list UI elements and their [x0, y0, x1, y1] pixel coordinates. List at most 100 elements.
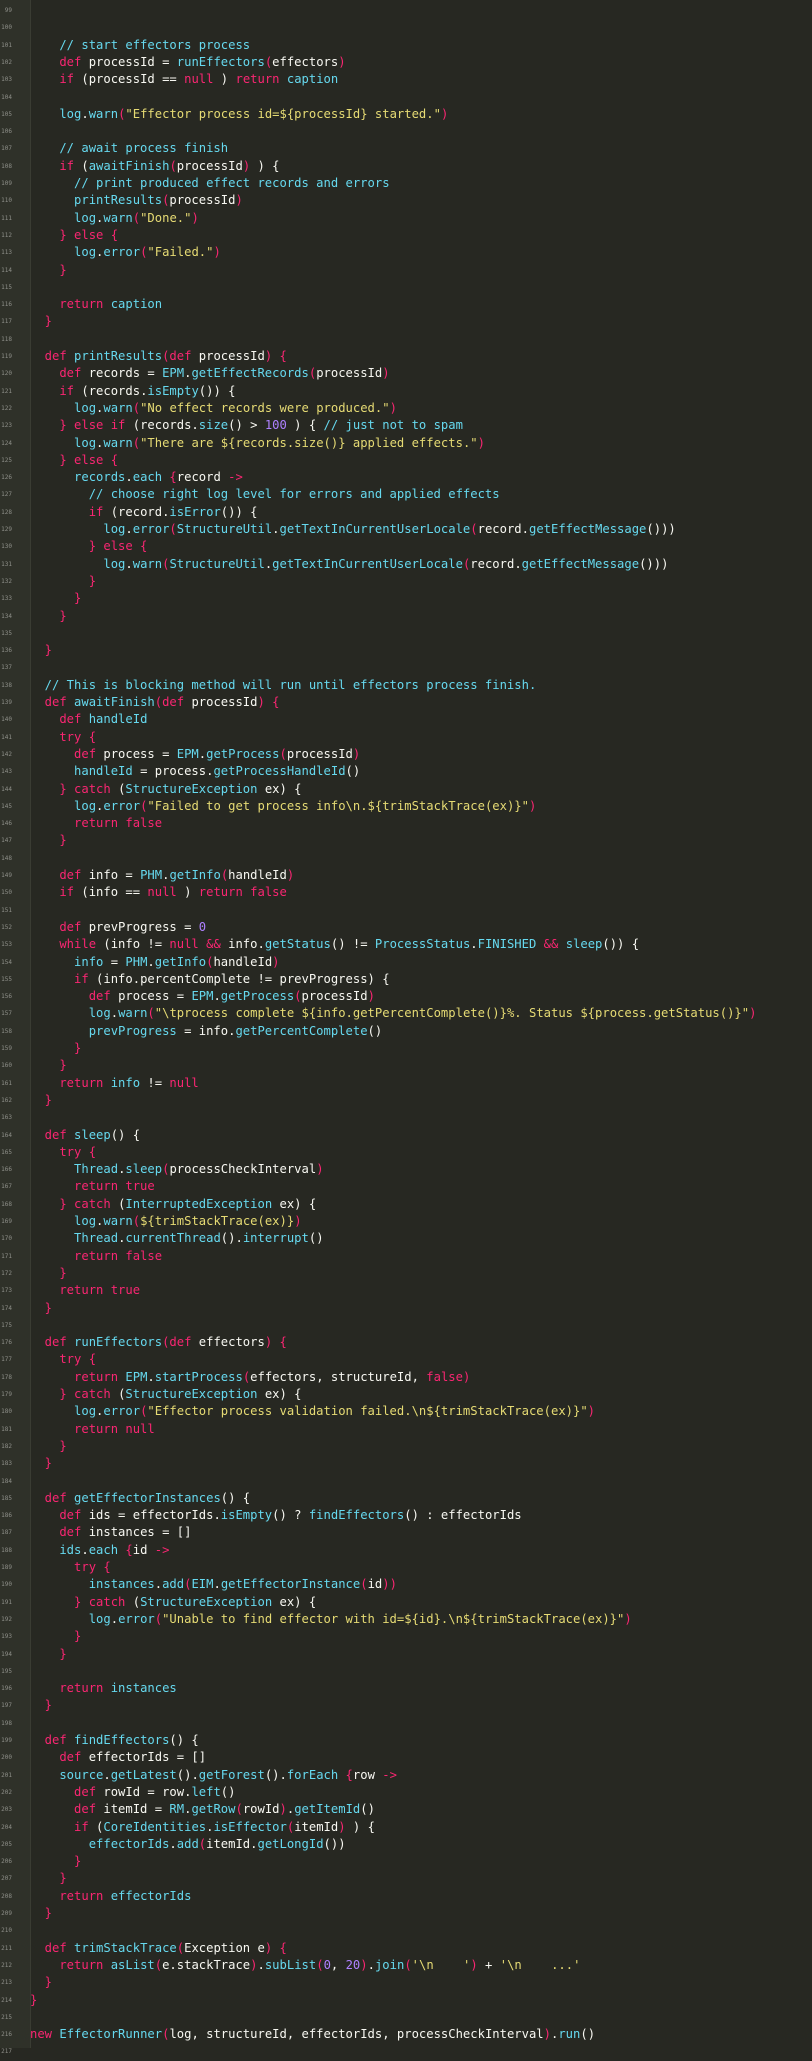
code-token: }: [30, 1646, 67, 1661]
code-line: 165 try {: [0, 1144, 812, 1161]
line-text: return info != null: [30, 1075, 198, 1092]
line-number: 216: [1, 2031, 12, 2039]
code-line: 127 // choose right log level for errors…: [0, 486, 812, 503]
code-line: 147 }: [0, 832, 812, 849]
code-token: effectorIds = []: [88, 1750, 207, 1765]
code-token: processId: [176, 158, 243, 173]
line-text: }: [30, 1905, 52, 1922]
code-token: def: [30, 1784, 104, 1799]
code-token: // start effectors process: [30, 37, 251, 52]
code-token: "Unable to find effector with id=${id}.\…: [162, 1611, 625, 1626]
code-line: 154 info = PHM.getInfo(handleId): [0, 954, 812, 971]
code-token: ): [749, 1006, 757, 1021]
line-text: // await process finish: [30, 140, 228, 157]
code-token: ()) {: [220, 504, 258, 519]
code-line: 213 }: [0, 1974, 812, 1991]
code-line: 141 try {: [0, 729, 812, 746]
code-line: 143 handleId = process.getProcessHandleI…: [0, 763, 812, 780]
line-text: }: [30, 1040, 81, 1057]
code-line: 119 def printResults(def processId) {: [0, 348, 812, 365]
code-line: 145 log.error("Failed to get process inf…: [0, 798, 812, 815]
code-line: 131 log.warn(StructureUtil.getTextInCurr…: [0, 556, 812, 573]
code-line: 151: [0, 902, 812, 919]
code-token: sleep: [74, 1127, 111, 1142]
code-token: } else {: [30, 452, 119, 467]
code-token: FINISHED: [477, 937, 544, 952]
line-number: 149: [1, 872, 12, 879]
code-token: }: [30, 1698, 53, 1713]
code-token: getInfo: [169, 868, 221, 882]
code-token: ex) {: [279, 1196, 317, 1211]
code-token: } catch: [30, 1387, 119, 1401]
code-token: size: [198, 418, 229, 433]
code-token: return: [30, 1888, 111, 1903]
code-token: PHM: [125, 954, 148, 969]
code-token: try {: [30, 729, 97, 744]
line-text: }: [30, 573, 96, 590]
code-line: 163: [0, 1109, 812, 1126]
line-number: 124: [1, 439, 12, 447]
code-token: add: [176, 1836, 199, 1851]
code-line: 144 } catch (StructureException ex) {: [0, 781, 812, 798]
code-token: (info.percentComplete != prevProgress) {: [96, 971, 390, 986]
code-token: def: [30, 868, 89, 882]
line-number: 167: [1, 1183, 12, 1191]
code-token: }: [30, 1906, 53, 1920]
code-token: InterruptedException: [125, 1196, 280, 1211]
code-token: }: [30, 1992, 38, 2007]
line-text: def process = EPM.getProcess(processId): [30, 746, 360, 763]
code-token: .: [125, 470, 133, 485]
line-number: 174: [1, 1304, 12, 1312]
line-number: 115: [1, 283, 12, 291]
code-token: def: [30, 54, 89, 69]
line-text: return false: [30, 815, 162, 832]
code-line: 123 } else if (records.size() > 100 ) { …: [0, 417, 812, 434]
code-token: processId: [191, 695, 258, 709]
line-number: 217: [1, 2048, 12, 2056]
line-number: 139: [1, 699, 12, 706]
code-token: getProcess: [206, 746, 280, 761]
code-line: 168 } catch (InterruptedException ex) {: [0, 1196, 812, 1213]
line-number: 132: [1, 577, 12, 585]
code-token: ) {: [345, 1819, 375, 1834]
line-number: 176: [1, 1339, 12, 1347]
code-token: warn: [103, 400, 133, 415]
line-text: } catch (StructureException ex) {: [30, 1594, 316, 1611]
code-token: }: [30, 591, 82, 606]
code-token: handleId: [213, 954, 273, 969]
code-line: 164 def sleep() {: [0, 1127, 812, 1144]
code-token: (: [147, 1006, 155, 1021]
line-text: log.warn("There are ${records.size()} ap…: [30, 435, 485, 452]
line-number: 188: [1, 1546, 12, 1554]
line-text: }: [30, 1992, 37, 2009]
code-line: 203 def itemId = RM.getRow(rowId).getIte…: [0, 1801, 812, 1818]
line-text: return EPM.startProcess(effectors, struc…: [30, 1369, 470, 1386]
code-token: ex) {: [264, 781, 302, 796]
code-token: getRow: [191, 1802, 236, 1817]
code-token: each: [132, 470, 170, 485]
line-text: try {: [30, 729, 96, 746]
code-token: ): [294, 1214, 302, 1228]
code-token: ())): [646, 522, 676, 536]
code-token: &&: [543, 937, 566, 952]
code-line: 120 def records = EPM.getEffectRecords(p…: [0, 365, 812, 382]
code-token: EPM: [162, 366, 185, 381]
code-token: error: [103, 1404, 141, 1419]
code-line: 175: [0, 1317, 812, 1334]
code-editor[interactable]: 99 100 101 // start effectors process 102 d…: [0, 0, 812, 2055]
line-number: 144: [1, 785, 12, 793]
line-text: } else {: [30, 452, 118, 469]
code-line: 215: [0, 2009, 812, 2026]
code-token: log: [30, 1214, 97, 1228]
code-token: handleId: [88, 712, 148, 727]
code-line: 182 }: [0, 1438, 812, 1455]
code-token: log: [30, 1611, 111, 1626]
line-number: 101: [1, 41, 12, 49]
code-line: 99: [0, 2, 812, 19]
line-number: 164: [1, 1131, 12, 1139]
line-text: return true: [30, 1282, 140, 1299]
code-token: null: [184, 72, 214, 87]
code-token: StructureUtil: [176, 522, 273, 536]
code-token: EPM: [191, 989, 214, 1004]
line-text: return true: [30, 1178, 155, 1195]
